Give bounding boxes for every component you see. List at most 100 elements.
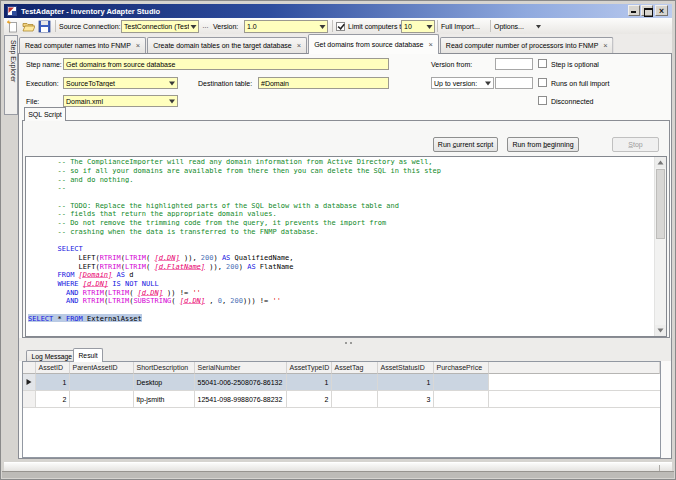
up-to-version-combo[interactable]: Up to version:: [431, 77, 494, 89]
sql-script-tab[interactable]: SQL Script: [24, 107, 66, 121]
grid-cell[interactable]: [332, 391, 378, 408]
result-grid[interactable]: AssetIDParentAssetIDShortDescriptionSeri…: [22, 361, 661, 458]
sql-editor[interactable]: -- The ComplianceImporter will read any …: [25, 156, 667, 337]
grid-row-1[interactable]: 2ltp-jsmith12541-098-9988076-8823223: [23, 391, 660, 408]
up-to-version-input[interactable]: [495, 77, 533, 89]
destination-table-input[interactable]: #Domain: [258, 77, 389, 89]
grid-cell[interactable]: 1: [378, 374, 434, 391]
output-tab-result[interactable]: Result: [73, 348, 103, 362]
sql-line: [28, 305, 441, 314]
scrollbar-thumb[interactable]: [656, 169, 665, 239]
options-dropdown-icon[interactable]: [536, 25, 541, 31]
source-connection-combo[interactable]: TestConnection (Test): [121, 20, 199, 33]
grid-cell[interactable]: [434, 391, 489, 408]
row-header-cell[interactable]: [23, 391, 36, 408]
current-row-arrow-icon: [27, 379, 35, 385]
row-header-cell[interactable]: [23, 374, 36, 391]
grid-column-header-serialnumber[interactable]: SerialNumber: [195, 362, 287, 374]
run-current-script-button[interactable]: Run current script: [433, 137, 498, 152]
grid-column-header-assettypeid[interactable]: AssetTypeID: [287, 362, 332, 374]
grid-column-header-parentassetid[interactable]: ParentAssetID: [70, 362, 134, 374]
execution-combo[interactable]: SourceToTarget: [63, 77, 178, 89]
grid-column-header-shortdescription[interactable]: ShortDescription: [134, 362, 195, 374]
open-file-icon[interactable]: [22, 20, 35, 33]
sql-line: FROM [Domain] AS d: [28, 271, 441, 280]
file-label: File:: [26, 98, 39, 106]
step-explorer-tab[interactable]: Step Explorer: [4, 35, 18, 115]
sql-line: -- Do not remove the trimming code from …: [28, 218, 441, 227]
output-tab-strip: Log MessageResult: [19, 348, 671, 361]
step-page: Step name: Get domains from source datab…: [18, 53, 672, 459]
horizontal-splitter[interactable]: [19, 338, 671, 348]
grid-column-header-purchaseprice[interactable]: PurchasePrice: [434, 362, 489, 374]
tab-close-icon[interactable]: ×: [297, 42, 301, 49]
tab-close-icon[interactable]: ×: [136, 42, 140, 49]
step-tab-0[interactable]: Read computer names into FNMP ×: [19, 37, 146, 53]
window-title: TestAdapter - Inventory Adapter Studio: [21, 7, 160, 16]
browse-connection-button[interactable]: ...: [200, 20, 211, 33]
run-from-beginning-button[interactable]: Run from beginning: [507, 137, 579, 152]
step-tab-1[interactable]: Create domain tables on the target datab…: [147, 37, 307, 53]
disconnected-label: Disconnected: [551, 98, 593, 106]
grid-cell[interactable]: 12541-098-9988076-88232: [195, 391, 287, 408]
grid-cell[interactable]: 1: [287, 374, 332, 391]
step-tab-3[interactable]: Read computer number of processors into …: [440, 37, 614, 53]
limit-count-combo[interactable]: 10: [401, 20, 435, 33]
grid-cell[interactable]: 1: [36, 374, 70, 391]
file-combo[interactable]: Domain.xml: [63, 95, 178, 107]
grid-cell[interactable]: 2: [287, 391, 332, 408]
minimize-button[interactable]: [628, 5, 640, 16]
grid-column-header-assettag[interactable]: AssetTag: [332, 362, 378, 374]
sql-line-selected: SELECT * FROM ExternalAsset: [28, 314, 441, 323]
chevron-down-icon[interactable]: [483, 78, 493, 89]
grid-column-header-assetstatusid[interactable]: AssetStatusID: [378, 362, 434, 374]
grid-cell[interactable]: [70, 374, 134, 391]
maximize-button[interactable]: [641, 5, 653, 16]
version-combo[interactable]: 1.0: [244, 20, 328, 33]
sql-script-panel: Run current script Run from beginning St…: [22, 120, 670, 338]
grid-cell[interactable]: [70, 391, 134, 408]
close-button[interactable]: ×: [655, 5, 668, 16]
full-import-button[interactable]: Full Import...: [441, 20, 488, 33]
limit-computers-checkbox[interactable]: [336, 22, 345, 31]
step-is-optional-checkbox[interactable]: [538, 59, 547, 68]
save-icon[interactable]: [38, 20, 51, 33]
editor-scrollbar[interactable]: [654, 157, 666, 336]
sql-line: --: [28, 184, 441, 193]
sql-line: -- crashing when the data is transferred…: [28, 227, 441, 236]
app-icon: [7, 6, 17, 16]
disconnected-checkbox[interactable]: [538, 96, 547, 105]
scroll-down-icon[interactable]: [655, 325, 666, 336]
grid-cell[interactable]: [332, 374, 378, 391]
grid-column-header-assetid[interactable]: AssetID: [36, 362, 70, 374]
chevron-down-icon[interactable]: [425, 21, 434, 32]
grid-cell[interactable]: 2: [36, 391, 70, 408]
chevron-down-icon[interactable]: [167, 78, 177, 89]
new-file-icon[interactable]: [6, 20, 19, 33]
step-name-input[interactable]: Get domains from source database: [63, 58, 389, 70]
version-from-input[interactable]: [495, 58, 533, 70]
window-frame-bottom: [2, 471, 674, 478]
sql-line: WHERE [d.DN] IS NOT NULL: [28, 279, 441, 288]
chevron-down-icon[interactable]: [318, 21, 327, 32]
step-tab-label: Read computer names into FNMP: [25, 42, 131, 50]
sql-line: LEFT(RTRIM(LTRIM( [d.FlatName] )), 200) …: [28, 262, 441, 271]
step-tab-2[interactable]: Get domains from source database×: [308, 34, 439, 54]
grid-cell[interactable]: ltp-jsmith: [134, 391, 195, 408]
tab-close-icon[interactable]: ×: [603, 42, 607, 49]
grid-row-0[interactable]: 1Desktop55041-006-2508076-8613211: [23, 374, 660, 391]
scroll-up-icon[interactable]: [655, 157, 666, 168]
grid-cell[interactable]: [434, 374, 489, 391]
stop-button[interactable]: Stop: [612, 137, 659, 152]
step-is-optional-label: Step is optional: [551, 61, 599, 69]
runs-on-full-import-checkbox[interactable]: [538, 78, 547, 87]
options-button[interactable]: Options...: [494, 20, 534, 33]
grid-cell[interactable]: Desktop: [134, 374, 195, 391]
chevron-down-icon[interactable]: [189, 21, 198, 32]
sql-line: SELECT: [28, 244, 441, 253]
destination-table-label: Destination table:: [198, 80, 252, 88]
grid-cell[interactable]: 55041-006-2508076-86132: [195, 374, 287, 391]
chevron-down-icon[interactable]: [167, 96, 177, 107]
grid-cell[interactable]: 3: [378, 391, 434, 408]
tab-close-icon[interactable]: ×: [428, 41, 432, 48]
